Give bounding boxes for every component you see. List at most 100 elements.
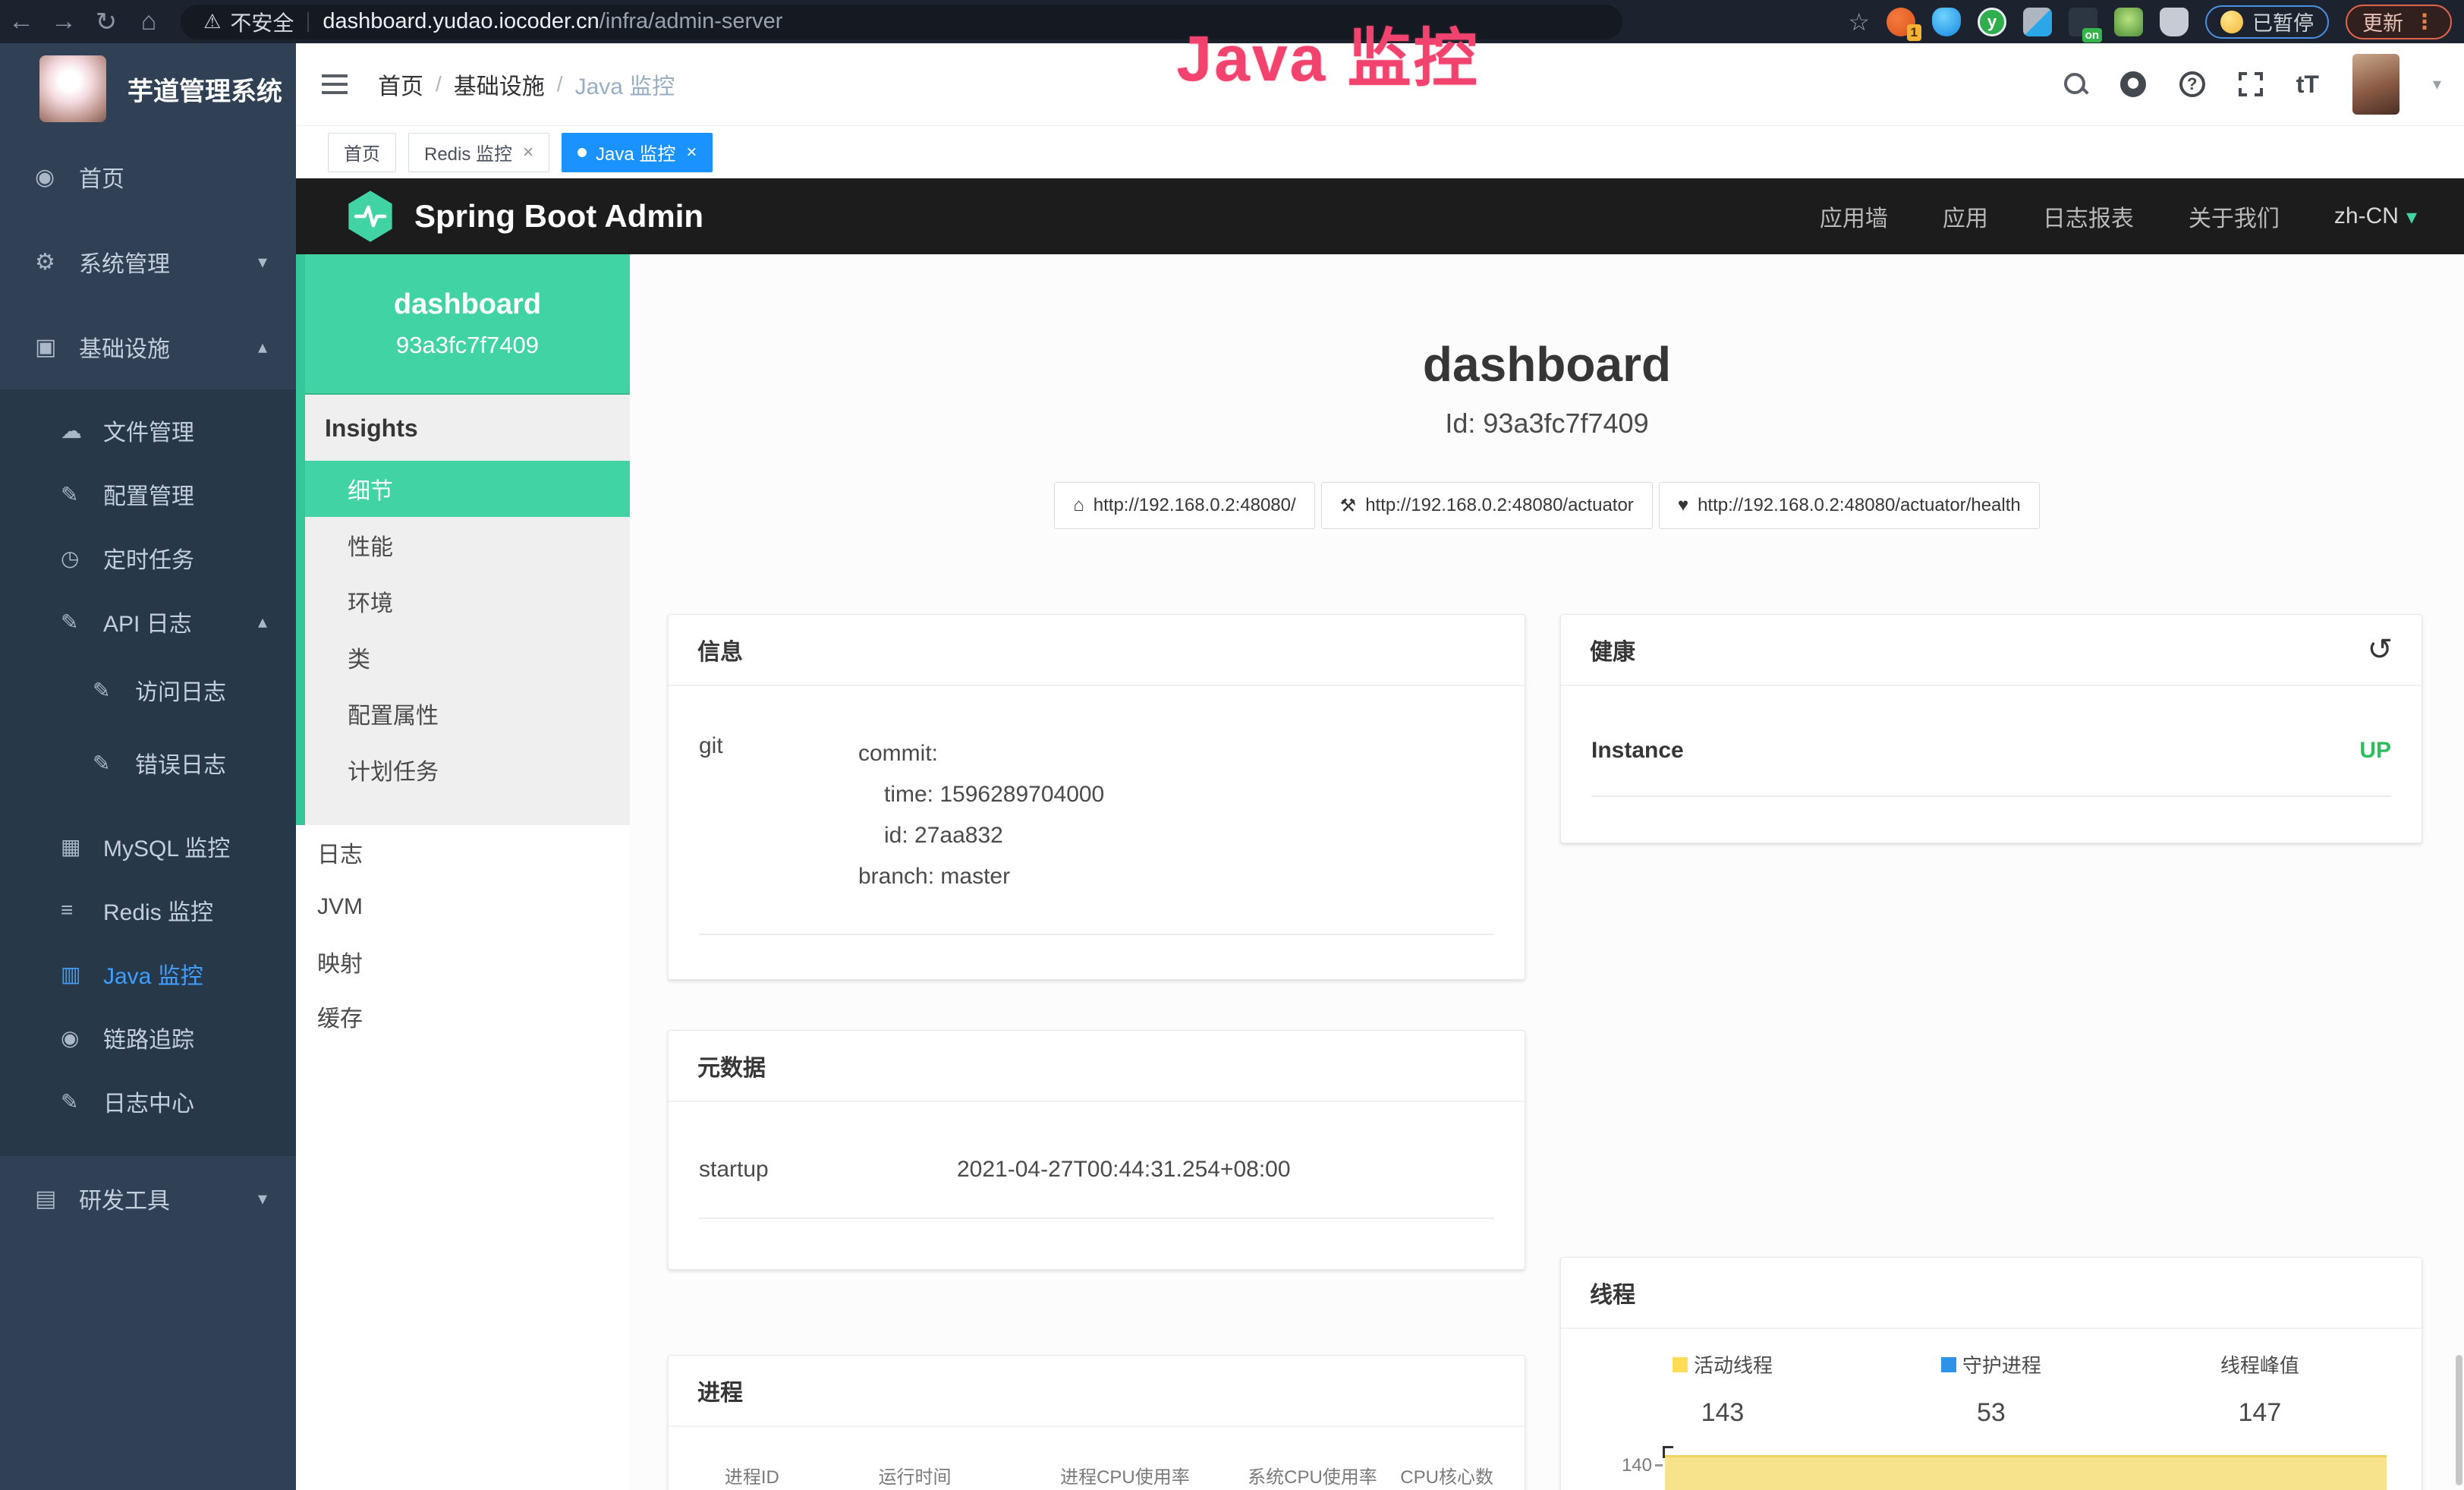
- sba-group-title: Insights: [305, 395, 630, 461]
- sidebar-item-infra[interactable]: ▣ 基础设施 ▴: [0, 304, 296, 389]
- sba-nav-about[interactable]: 关于我们: [2189, 200, 2280, 233]
- history-icon[interactable]: ↺: [2367, 635, 2393, 665]
- sba-item-classes[interactable]: 类: [305, 629, 630, 685]
- metadata-key: startup: [699, 1157, 957, 1183]
- close-icon[interactable]: ×: [523, 142, 533, 163]
- puzzle-extensions-icon[interactable]: [2160, 8, 2189, 36]
- process-table-headers: 进程ID 运行时间 进程CPU使用率 系统CPU使用率 CPU核心数: [699, 1462, 1494, 1488]
- actuator-url-button[interactable]: ⚒ http://192.168.0.2:48080/actuator: [1321, 482, 1653, 529]
- health-instance-row[interactable]: Instance UP: [1591, 738, 2391, 797]
- sba-language-select[interactable]: zh-CN ▾: [2334, 203, 2417, 229]
- github-icon[interactable]: [2120, 71, 2146, 97]
- sba-item-environment[interactable]: 环境: [305, 573, 630, 629]
- extension-letter: y: [1987, 12, 1997, 32]
- on-badge: on: [2082, 28, 2102, 43]
- health-url-button[interactable]: ♥ http://192.168.0.2:48080/actuator/heal…: [1659, 482, 2040, 529]
- home-icon[interactable]: ⌂: [127, 7, 170, 36]
- emoji-face-icon: [2220, 11, 2243, 33]
- sba-item-scheduled-tasks[interactable]: 计划任务: [305, 742, 630, 798]
- help-icon[interactable]: ?: [2179, 71, 2205, 97]
- eye-icon: ◉: [61, 1025, 94, 1051]
- sidebar-item-access-log[interactable]: ✎ 访问日志: [0, 654, 296, 726]
- sidebar-item-home[interactable]: ◉ 首页: [0, 134, 296, 219]
- sba-app-name: dashboard: [394, 288, 541, 321]
- security-label[interactable]: 不安全: [230, 7, 294, 37]
- info-git-row: git commit: time: 1596289704000 id: 27aa…: [699, 733, 1494, 935]
- sidebar-item-system[interactable]: ⚙ 系统管理 ▾: [0, 219, 296, 304]
- fullscreen-icon[interactable]: [2239, 72, 2263, 96]
- service-url-button[interactable]: ⌂ http://192.168.0.2:48080/: [1054, 482, 1314, 529]
- sidebar-item-java-monitor[interactable]: ▥ Java 监控: [0, 942, 296, 1006]
- sba-nav-journal[interactable]: 日志报表: [2043, 200, 2134, 233]
- avatar-caret-icon[interactable]: ▾: [2433, 74, 2441, 94]
- paused-badge[interactable]: 已暂停: [2205, 5, 2329, 39]
- sidebar-item-mysql-monitor[interactable]: ▦ MySQL 监控: [0, 814, 296, 878]
- sba-item-config-props[interactable]: 配置属性: [305, 685, 630, 742]
- leaf-extension-icon[interactable]: [2114, 8, 2143, 36]
- chart-plot-area: [1664, 1446, 2387, 1490]
- paused-label: 已暂停: [2252, 7, 2314, 36]
- metadata-value: 2021-04-27T00:44:31.254+08:00: [957, 1157, 1291, 1183]
- health-card: 健康 ↺ Instance UP: [1560, 614, 2422, 843]
- sidebar-item-log-center[interactable]: ✎ 日志中心: [0, 1069, 296, 1133]
- card-title: 元数据: [697, 1049, 766, 1082]
- sidebar-item-trace[interactable]: ◉ 链路追踪: [0, 1006, 296, 1069]
- close-icon[interactable]: ×: [686, 142, 697, 163]
- sba-item-metrics[interactable]: 性能: [305, 517, 630, 573]
- forward-icon[interactable]: →: [42, 7, 85, 36]
- font-size-icon[interactable]: tT: [2296, 71, 2319, 99]
- annotation-java-monitor: Java 监控: [1093, 8, 1563, 99]
- log-edit-icon: ✎: [93, 751, 126, 776]
- sba-item-caches[interactable]: 缓存: [296, 989, 630, 1044]
- bookmark-star-icon[interactable]: ☆: [1848, 8, 1870, 36]
- sba-nav-applications[interactable]: 应用: [1943, 200, 1988, 233]
- instance-label: Instance: [1591, 738, 1684, 764]
- sba-brand-title[interactable]: Spring Boot Admin: [414, 198, 703, 235]
- info-key: git: [699, 733, 858, 897]
- sba-item-details[interactable]: 细节: [305, 461, 630, 517]
- sba-app-header[interactable]: dashboard 93a3fc7f7409: [305, 254, 630, 395]
- breadcrumb-infra[interactable]: 基础设施: [454, 68, 545, 101]
- chevron-down-icon: ▾: [258, 1188, 267, 1210]
- scrollbar-thumb[interactable]: [2456, 1355, 2462, 1485]
- reload-icon[interactable]: ↻: [85, 7, 127, 37]
- info-card-header: 信息: [669, 615, 1525, 686]
- info-card: 信息 git commit: time: 1596289704000 id: 2…: [668, 614, 1525, 980]
- sba-app-block: dashboard 93a3fc7f7409 Insights 细节 性能 环境…: [296, 254, 630, 825]
- sba-navbar: Spring Boot Admin 应用墙 应用 日志报表 关于我们 zh-CN…: [296, 178, 2464, 254]
- tag-redis-monitor[interactable]: Redis 监控 ×: [408, 133, 549, 172]
- sidebar-item-scheduled-jobs[interactable]: ◷ 定时任务: [0, 526, 296, 590]
- hamburger-icon[interactable]: [322, 83, 348, 86]
- sidebar-item-config-manage[interactable]: ✎ 配置管理: [0, 462, 296, 526]
- threads-card: 线程 活动线程 143 守护进程 53: [1560, 1257, 2422, 1490]
- sidebar-item-dev-tools[interactable]: ▤ 研发工具 ▾: [0, 1156, 296, 1241]
- sba-nav-wallboard[interactable]: 应用墙: [1820, 200, 1888, 233]
- back-icon[interactable]: ←: [0, 7, 42, 36]
- y-extension-icon[interactable]: y: [1978, 8, 2006, 36]
- sidebar-item-redis-monitor[interactable]: ≡ Redis 监控: [0, 878, 296, 942]
- tags-view: 首页 Redis 监控 × Java 监控 ×: [296, 125, 2464, 178]
- tag-java-monitor[interactable]: Java 监控 ×: [562, 133, 713, 172]
- url-host: dashboard.yudao.iocoder.cn: [323, 9, 599, 34]
- sidebar-item-api-log[interactable]: ✎ API 日志 ▴: [0, 590, 296, 654]
- breadcrumb-current: Java 监控: [575, 68, 675, 101]
- grid-extension-icon[interactable]: [2023, 8, 2052, 36]
- pin-extension-icon[interactable]: [1932, 8, 1961, 36]
- sba-item-jvm[interactable]: JVM: [296, 880, 630, 934]
- page-title: dashboard: [630, 336, 2464, 392]
- menu-kebab-icon[interactable]: ⋮: [2414, 9, 2435, 34]
- log-edit-icon: ✎: [61, 1089, 94, 1114]
- tag-home[interactable]: 首页: [328, 133, 396, 172]
- chrome-update-button[interactable]: 更新 ⋮: [2346, 5, 2452, 39]
- extension-icon[interactable]: 1: [1887, 8, 1915, 36]
- search-icon[interactable]: [2064, 73, 2087, 96]
- sba-item-logs[interactable]: 日志: [296, 825, 630, 880]
- sidebar-item-error-log[interactable]: ✎ 错误日志: [0, 726, 296, 799]
- sba-item-mappings[interactable]: 映射: [296, 934, 630, 989]
- sidebar-item-file-manage[interactable]: ☁ 文件管理: [0, 398, 296, 462]
- list-extension-icon[interactable]: on: [2069, 8, 2097, 36]
- status-badge: UP: [2359, 738, 2391, 764]
- user-avatar[interactable]: [2352, 54, 2399, 115]
- dashboard-gauge-icon: ◉: [35, 164, 68, 191]
- breadcrumb-home[interactable]: 首页: [378, 68, 423, 101]
